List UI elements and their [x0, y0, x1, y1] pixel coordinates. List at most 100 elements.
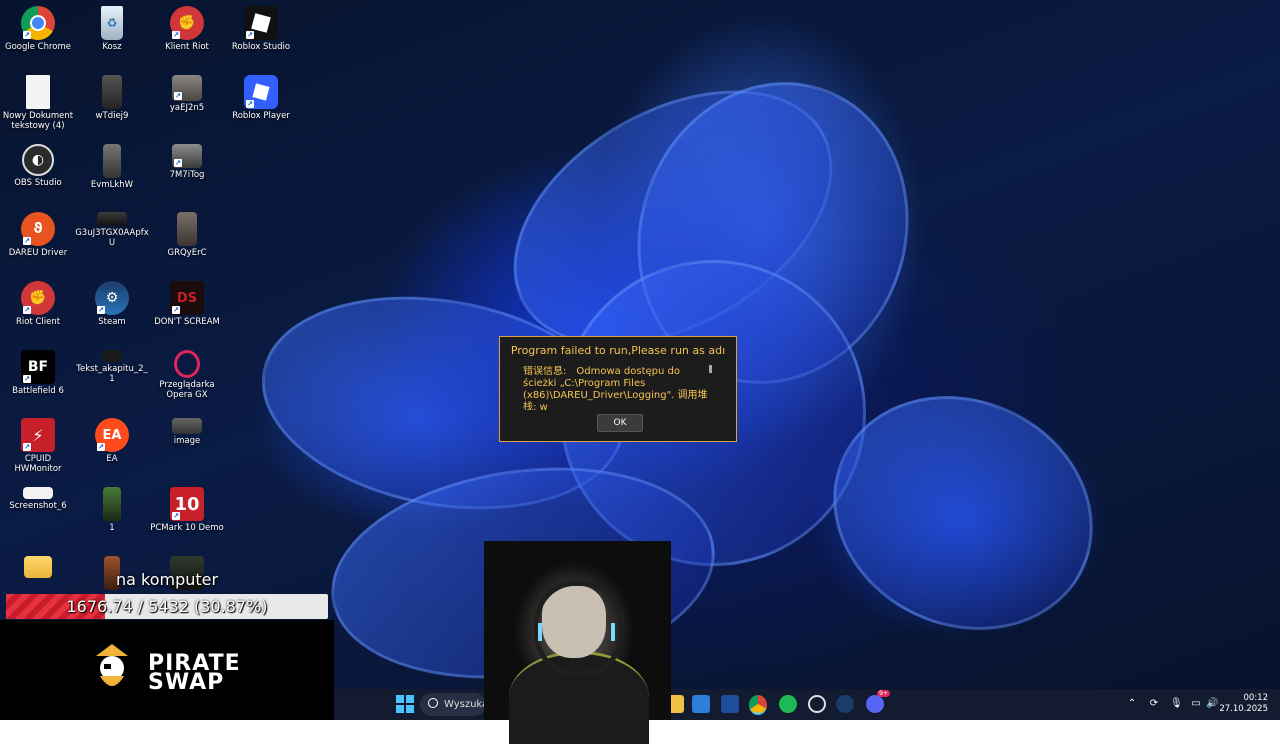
dont-scream-icon: DS ↗	[170, 281, 204, 315]
folder-icon	[24, 556, 52, 578]
microsoft-store-icon[interactable]	[692, 695, 710, 713]
desktop-icon-7m7itog[interactable]: ↗ 7M7iTog	[150, 140, 224, 180]
recycle-bin-icon: ♻	[101, 6, 123, 40]
desktop-icon-google-chrome[interactable]: ↗ Google Chrome	[1, 2, 75, 52]
desktop-icon-grqyerc[interactable]: GRQyErC	[150, 208, 224, 258]
desktop-icon-battlefield-6[interactable]: BF ↗ Battlefield 6	[1, 346, 75, 396]
desktop-icon-dont-scream[interactable]: DS ↗ DON'T SCREAM	[150, 277, 224, 327]
desktop-icon-opera-gx[interactable]: Przeglądarka Opera GX	[150, 346, 224, 400]
desktop-icon-pcmark-10[interactable]: 10 ↗ PCMark 10 Demo	[150, 483, 224, 533]
sponsor-banner: PIRATE SWAP	[0, 620, 334, 720]
chrome-icon: ↗	[21, 6, 55, 40]
dialog-message: 错误信息: Odmowa dostępu do ścieżki „C:\Prog…	[523, 366, 708, 410]
icon-label: 1	[109, 523, 115, 533]
icon-label: Klient Riot	[165, 42, 209, 52]
dialog-scrollbar[interactable]	[709, 365, 712, 373]
desktop-icon-nowy-dokument[interactable]: Nowy Dokument tekstowy (4)	[1, 71, 75, 131]
volume-icon[interactable]: 🔊	[1206, 698, 1218, 710]
dareu-icon: ϑ ↗	[21, 212, 55, 246]
discord-badge: 9+	[877, 690, 890, 697]
headphone-light	[538, 623, 542, 641]
icon-label: OBS Studio	[14, 178, 62, 188]
image-thumbnail-icon: ↗	[172, 144, 202, 168]
icon-label: GRQyErC	[167, 248, 207, 258]
ok-button[interactable]: OK	[597, 414, 643, 432]
desktop-icon-steam[interactable]: ⚙ ↗ Steam	[75, 277, 149, 327]
desktop-icon-ea[interactable]: EA ↗ EA	[75, 414, 149, 464]
icon-label: yaEJ2n5	[169, 103, 205, 113]
icon-label: Roblox Player	[232, 111, 290, 121]
sponsor-logo: PIRATE SWAP	[148, 653, 241, 694]
image-thumbnail-icon	[177, 212, 197, 246]
icon-label: Steam	[98, 317, 126, 327]
icon-label: Nowy Dokument tekstowy (4)	[2, 111, 74, 131]
battlefield-icon: BF ↗	[21, 350, 55, 384]
desktop-icon-yaej2n5[interactable]: ↗ yaEJ2n5	[150, 71, 224, 113]
icon-label: 7M7iTog	[169, 170, 205, 180]
desktop-icon-roblox-studio[interactable]: ↗ Roblox Studio	[224, 2, 298, 52]
icon-label: DAREU Driver	[8, 248, 68, 258]
chrome-taskbar-icon[interactable]	[749, 695, 767, 715]
image-thumbnail-icon	[103, 487, 121, 521]
dialog-title: Program failed to run,Please run as adı	[510, 344, 726, 357]
desktop-icon-klient-riot[interactable]: ✊ ↗ Klient Riot	[150, 2, 224, 52]
image-thumbnail-icon	[102, 350, 122, 362]
desktop-icon-wtdiej9[interactable]: wTdiej9	[75, 71, 149, 121]
image-thumbnail-icon	[103, 144, 121, 178]
pcmark-icon: 10 ↗	[170, 487, 204, 521]
desktop-icon-kosz[interactable]: ♻ Kosz	[75, 2, 149, 52]
icon-label: Kosz	[102, 42, 122, 52]
desktop-icon-evmlkhw[interactable]: EvmLkhW	[75, 140, 149, 190]
icon-label: image	[173, 436, 201, 446]
discord-icon[interactable]: 9+	[866, 690, 890, 713]
desktop-icon-roblox-player[interactable]: ↗ Roblox Player	[224, 71, 298, 121]
obs-icon: ◐	[22, 144, 54, 176]
icon-label: DON'T SCREAM	[154, 317, 220, 327]
icon-label: Google Chrome	[4, 42, 72, 52]
image-thumbnail-icon	[102, 75, 122, 109]
icon-label: G3uJ3TGX0AApfxU	[75, 228, 149, 248]
hwmonitor-icon: ⚡ ↗	[21, 418, 55, 452]
icon-label: Screenshot_6	[9, 501, 67, 511]
desktop-icon-image[interactable]: image	[150, 414, 224, 446]
spotify-icon[interactable]	[779, 695, 797, 713]
search-icon	[428, 698, 438, 708]
windows-icon	[396, 695, 414, 713]
system-clock[interactable]: 00:12 27.10.2025	[1219, 693, 1268, 715]
desktop-icon-cpuid-hwmonitor[interactable]: ⚡ ↗ CPUID HWMonitor	[1, 414, 75, 474]
roblox-studio-icon: ↗	[244, 6, 278, 40]
error-dialog: Program failed to run,Please run as adı …	[499, 336, 737, 442]
desktop-icon-screenshot-6[interactable]: Screenshot_6	[1, 483, 75, 511]
desktop-icon-riot-client[interactable]: ✊ ↗ Riot Client	[1, 277, 75, 327]
webcam-overlay	[484, 541, 671, 744]
desktop-icon-tekst-akapitu[interactable]: Tekst_akapitu_2_1	[75, 346, 149, 384]
app-icon[interactable]	[721, 695, 739, 713]
icon-label: wTdiej9	[95, 111, 129, 121]
icon-label: EA	[106, 454, 118, 464]
microphone-icon[interactable]: 🎙	[1170, 698, 1183, 710]
desktop-icon-nowy-folder[interactable]	[1, 552, 75, 580]
clock-time: 00:12	[1243, 693, 1269, 703]
clock-date: 27.10.2025	[1219, 704, 1268, 714]
desktop-icon-dareu-driver[interactable]: ϑ ↗ DAREU Driver	[1, 208, 75, 258]
icon-label: CPUID HWMonitor	[14, 454, 62, 474]
desktop-icon-g3uj3tgx[interactable]: G3uJ3TGX0AApfxU	[75, 208, 149, 248]
desktop-icon-1[interactable]: 1	[75, 483, 149, 533]
sync-icon[interactable]: ⟳	[1148, 698, 1160, 710]
network-icon[interactable]: ▭	[1190, 698, 1202, 710]
chevron-up-icon[interactable]: ⌃	[1126, 698, 1138, 710]
riot-client-icon: ✊ ↗	[21, 281, 55, 315]
start-button[interactable]	[396, 695, 414, 713]
roblox-player-icon: ↗	[244, 75, 278, 109]
opera-gx-icon	[174, 350, 200, 378]
riot-client-icon: ✊ ↗	[170, 6, 204, 40]
pirate-mascot-icon	[96, 644, 128, 686]
desktop-icon-obs-studio[interactable]: ◐ OBS Studio	[1, 140, 75, 188]
image-thumbnail-icon: ↗	[172, 75, 202, 101]
icon-label: Roblox Studio	[231, 42, 291, 52]
icon-label: Tekst_akapitu_2_1	[76, 364, 148, 384]
icon-label: PCMark 10 Demo	[150, 523, 224, 533]
steam-taskbar-icon[interactable]	[836, 695, 854, 713]
obs-taskbar-icon[interactable]	[808, 695, 826, 713]
taskbar-search[interactable]: Wyszukaj	[420, 693, 491, 716]
